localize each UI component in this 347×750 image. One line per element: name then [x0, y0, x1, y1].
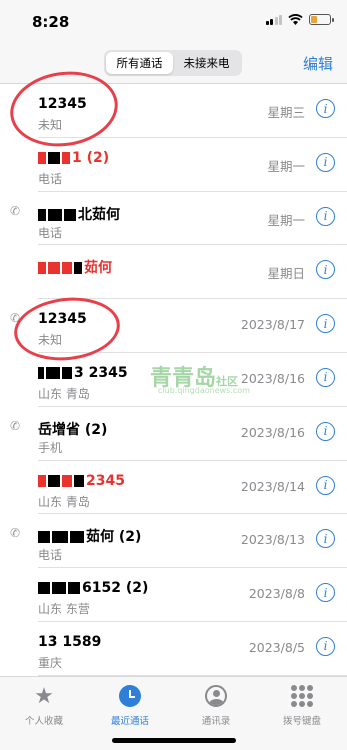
info-icon[interactable]: i	[316, 206, 335, 226]
caller-name: 2345	[38, 473, 125, 489]
watermark-url: club.qingdaonews.com	[158, 386, 250, 395]
call-filter-segmented-control: 所有通话 未接来电	[104, 50, 242, 76]
call-row[interactable]: ✆ 北茹何 电话 星期一 i	[0, 192, 347, 246]
outgoing-call-icon: ✆	[10, 418, 21, 433]
info-icon[interactable]: i	[316, 152, 335, 172]
call-row[interactable]: ✆ 岳增省 (2) 手机 2023/8/16 i	[0, 407, 347, 461]
info-icon[interactable]: i	[316, 367, 335, 387]
caller-name: 1 (2)	[38, 150, 109, 166]
caller-label: 未知	[38, 118, 63, 132]
caller-name: 岳增省 (2)	[38, 421, 108, 438]
caller-label: 手机	[38, 440, 63, 455]
tab-contacts[interactable]: 通讯录	[186, 683, 246, 727]
call-date: 2023/8/14	[240, 478, 305, 494]
caller-label: 山东 东营	[38, 602, 90, 617]
status-time: 8:28	[32, 13, 70, 31]
call-row[interactable]: 茹何 星期日 i	[0, 245, 347, 299]
caller-label: 电话	[38, 171, 63, 186]
segment-all-calls[interactable]: 所有通话	[106, 52, 173, 74]
caller-label: 重庆	[38, 655, 63, 670]
person-circle-icon	[203, 683, 229, 709]
outgoing-call-icon: ✆	[10, 203, 21, 218]
call-date: 2023/8/5	[248, 639, 305, 655]
info-icon[interactable]: i	[316, 475, 335, 495]
call-date: 2023/8/13	[240, 532, 305, 548]
caller-name: 北茹何	[38, 204, 120, 224]
star-icon: ★	[34, 683, 54, 709]
status-icons	[265, 14, 334, 25]
outgoing-call-icon: ✆	[10, 526, 21, 541]
call-date: 2023/8/16	[240, 370, 305, 386]
call-row[interactable]: 1 (2) 电话 星期一 i	[0, 138, 347, 192]
call-row[interactable]: ✆ 12345 未知 2023/8/17 i	[0, 299, 347, 353]
home-indicator	[112, 738, 236, 743]
tab-favorites[interactable]: ★ 个人收藏	[14, 683, 74, 728]
edit-button[interactable]: 编辑	[303, 53, 333, 74]
keypad-icon	[289, 683, 315, 709]
tab-label: 拨号键盘	[282, 716, 321, 727]
tab-label: 个人收藏	[24, 716, 63, 727]
caller-name: 13 1589	[38, 633, 102, 650]
call-date: 2023/8/17	[240, 317, 305, 333]
caller-name: 3 2345	[38, 365, 128, 381]
call-row[interactable]: 12345 未知 星期三 i	[0, 84, 347, 138]
info-icon[interactable]: i	[316, 583, 335, 603]
caller-label: 山东 青岛	[38, 494, 90, 509]
info-icon[interactable]: i	[316, 636, 335, 656]
caller-label: 电话	[38, 548, 63, 563]
call-date: 2023/8/16	[240, 424, 305, 440]
caller-name: 茹何	[38, 257, 112, 277]
caller-label: 电话	[38, 225, 63, 240]
wifi-icon	[288, 14, 303, 25]
caller-label: 未知	[38, 333, 63, 348]
call-row[interactable]: 2345 山东 青岛 2023/8/14 i	[0, 461, 347, 515]
info-icon[interactable]: i	[316, 529, 335, 549]
info-icon[interactable]: i	[316, 99, 335, 118]
info-icon[interactable]: i	[316, 314, 335, 334]
caller-name: 6152 (2)	[38, 580, 148, 596]
cellular-signal-icon	[265, 14, 282, 25]
nav-bar: 所有通话 未接来电 编辑	[0, 44, 347, 84]
caller-name: 12345	[38, 96, 87, 112]
call-row[interactable]: 6152 (2) 山东 东营 2023/8/8 i	[0, 568, 347, 622]
watermark-logo: 青青岛社区 club.qingdaonews.com	[150, 360, 250, 395]
caller-label: 山东 青岛	[38, 386, 90, 401]
tab-label: 最近通话	[110, 716, 149, 727]
clock-icon	[117, 683, 143, 709]
tab-recents[interactable]: 最近通话	[100, 683, 160, 727]
call-row[interactable]: ✆ 茹何 (2) 电话 2023/8/13 i	[0, 514, 347, 568]
outgoing-call-icon: ✆	[10, 311, 21, 326]
caller-name: 茹何 (2)	[38, 526, 141, 546]
call-date: 星期日	[267, 266, 305, 282]
call-date: 星期三	[267, 105, 305, 120]
tab-label: 通讯录	[201, 716, 231, 727]
call-date: 星期一	[267, 158, 305, 174]
segment-missed-calls[interactable]: 未接来电	[173, 52, 240, 74]
info-icon[interactable]: i	[316, 260, 335, 280]
call-date: 星期一	[267, 212, 305, 228]
info-icon[interactable]: i	[316, 421, 335, 441]
battery-icon	[309, 14, 334, 25]
caller-name: 12345	[38, 311, 87, 328]
status-bar: 8:28	[0, 0, 347, 44]
call-date: 2023/8/8	[248, 586, 305, 602]
call-row[interactable]: 13 1589 重庆 2023/8/5 i	[0, 622, 347, 676]
tab-keypad[interactable]: 拨号键盘	[272, 683, 332, 727]
